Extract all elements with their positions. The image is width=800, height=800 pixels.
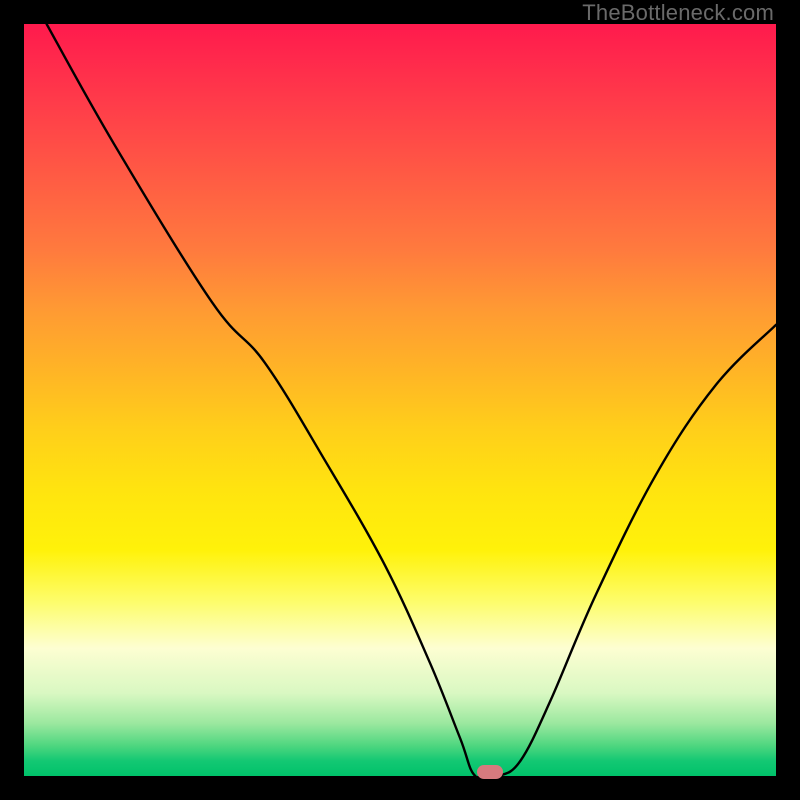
chart-frame: TheBottleneck.com — [0, 0, 800, 800]
watermark-text: TheBottleneck.com — [582, 0, 774, 26]
optimal-marker — [477, 765, 503, 779]
chart-plot-area — [24, 24, 776, 776]
bottleneck-curve — [24, 24, 776, 776]
